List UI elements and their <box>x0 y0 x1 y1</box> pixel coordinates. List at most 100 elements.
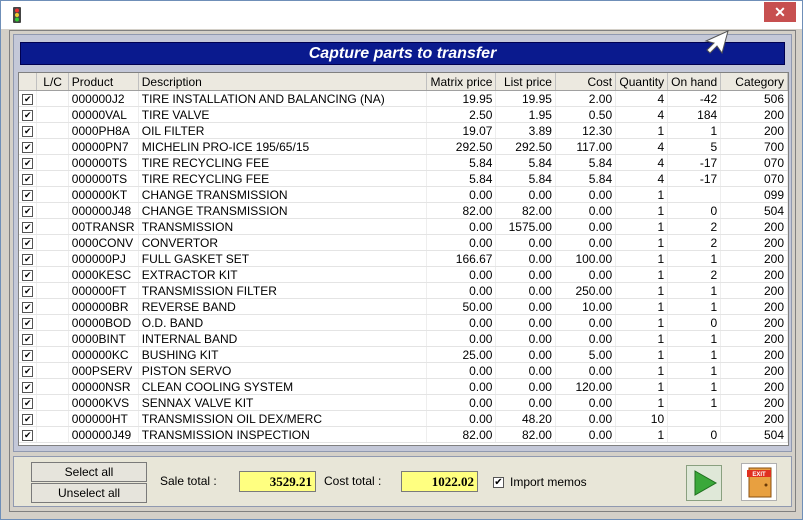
col-header-on-hand[interactable]: On hand <box>667 73 722 91</box>
row-checkbox[interactable]: ✔ <box>22 333 34 345</box>
close-button[interactable]: ✕ <box>764 2 796 22</box>
table-row[interactable]: ✔ 00000NSR CLEAN COOLING SYSTEM 0.00 0.00 120… <box>19 378 788 395</box>
row-checkbox[interactable]: ✔ <box>22 381 34 393</box>
table-row[interactable]: ✔ 00000BOD O.D. BAND 0.00 0.00 0.00 1 0 200 <box>19 314 788 331</box>
cell-matrix-price: 166.67 <box>426 250 497 267</box>
row-checkbox[interactable]: ✔ <box>22 189 34 201</box>
row-checkbox[interactable]: ✔ <box>22 285 34 297</box>
cell-on-hand: 0 <box>667 202 722 219</box>
table-row[interactable]: ✔ 000000PJ FULL GASKET SET 166.67 0.00 100.00… <box>19 250 788 267</box>
exit-button[interactable]: EXIT <box>741 463 777 501</box>
col-header-check[interactable] <box>19 73 38 91</box>
cell-cost: 0.00 <box>555 266 617 283</box>
row-checkbox[interactable]: ✔ <box>22 125 34 137</box>
cell-category: 700 <box>720 138 788 155</box>
unselect-all-button[interactable]: Unselect all <box>31 483 147 503</box>
table-row[interactable]: ✔ 00000PN7 MICHELIN PRO-ICE 195/65/15 292.5… <box>19 138 788 155</box>
row-checkbox[interactable]: ✔ <box>22 173 34 185</box>
table-row[interactable]: ✔ 000000KC BUSHING KIT 25.00 0.00 5.00 1 1 200 <box>19 346 788 363</box>
row-checkbox[interactable]: ✔ <box>22 269 34 281</box>
cell-on-hand: 1 <box>667 282 722 299</box>
table-row[interactable]: ✔ 0000CONV CONVERTOR 0.00 0.00 0.00 1 2 200 <box>19 234 788 251</box>
col-header-lc[interactable]: L/C <box>36 73 69 91</box>
cell-category: 200 <box>720 122 788 139</box>
row-checkbox[interactable]: ✔ <box>22 221 34 233</box>
cell-cost: 250.00 <box>555 282 617 299</box>
cell-product: 000000PJ <box>68 250 139 267</box>
row-checkbox[interactable]: ✔ <box>22 253 34 265</box>
row-checkbox[interactable]: ✔ <box>22 397 34 409</box>
cell-category: 200 <box>720 282 788 299</box>
table-row[interactable]: ✔ 0000PH8A OIL FILTER 19.07 3.89 12.30 1 1 200 <box>19 122 788 139</box>
table-row[interactable]: ✔ 000000J49 TRANSMISSION INSPECTION 82.00 82… <box>19 426 788 443</box>
col-header-list-price[interactable]: List price <box>495 73 556 91</box>
row-checkbox[interactable]: ✔ <box>22 317 34 329</box>
row-checkbox[interactable]: ✔ <box>22 429 34 441</box>
table-row[interactable]: ✔ 000000HT TRANSMISSION OIL DEX/MERC 0.00 48… <box>19 410 788 427</box>
exit-door-icon: EXIT <box>747 467 772 498</box>
cell-on-hand: 1 <box>667 122 722 139</box>
row-checkbox[interactable]: ✔ <box>22 93 34 105</box>
table-row[interactable]: ✔ 000000BR REVERSE BAND 50.00 0.00 10.00 1 1 200 <box>19 298 788 315</box>
cell-category: 200 <box>720 362 788 379</box>
col-header-category[interactable]: Category <box>720 73 788 91</box>
row-checkbox[interactable]: ✔ <box>22 237 34 249</box>
table-row[interactable]: ✔ 00000VAL TIRE VALVE 2.50 1.95 0.50 4 184 200 <box>19 106 788 123</box>
cell-matrix-price: 82.00 <box>426 426 497 443</box>
row-checkbox[interactable]: ✔ <box>22 365 34 377</box>
col-header-cost[interactable]: Cost <box>555 73 617 91</box>
col-header-description[interactable]: Description <box>138 73 428 91</box>
import-memos-checkbox[interactable]: ✔ <box>493 477 504 488</box>
row-checkbox[interactable]: ✔ <box>22 157 34 169</box>
cell-cost: 117.00 <box>555 138 617 155</box>
cell-lc <box>36 266 69 283</box>
cell-lc <box>36 330 69 347</box>
cell-product: 00000PN7 <box>68 138 139 155</box>
table-row[interactable]: ✔ 000PSERV PISTON SERVO 0.00 0.00 0.00 1 1 200 <box>19 362 788 379</box>
table-row[interactable]: ✔ 000000FT TRANSMISSION FILTER 0.00 0.00 250.… <box>19 282 788 299</box>
cell-list-price: 5.84 <box>495 170 556 187</box>
cell-select: ✔ <box>19 90 38 107</box>
row-checkbox[interactable]: ✔ <box>22 413 34 425</box>
table-row[interactable]: ✔ 00TRANSR TRANSMISSION 0.00 1575.00 0.00 1 2 20… <box>19 218 788 235</box>
cell-category: 200 <box>720 298 788 315</box>
row-checkbox[interactable]: ✔ <box>22 205 34 217</box>
cell-select: ✔ <box>19 170 38 187</box>
table-row[interactable]: ✔ 000000J2 TIRE INSTALLATION AND BALANCING… <box>19 90 788 107</box>
select-all-button[interactable]: Select all <box>31 462 147 482</box>
cell-lc <box>36 186 69 203</box>
cell-select: ✔ <box>19 282 38 299</box>
cell-lc <box>36 170 69 187</box>
cell-lc <box>36 426 69 443</box>
row-checkbox[interactable]: ✔ <box>22 141 34 153</box>
table-row[interactable]: ✔ 000000J48 CHANGE TRANSMISSION 82.00 82.00 0… <box>19 202 788 219</box>
col-header-product[interactable]: Product <box>68 73 139 91</box>
row-checkbox[interactable]: ✔ <box>22 301 34 313</box>
parts-grid[interactable]: L/C Product Description Matrix price Lis… <box>18 72 789 446</box>
confirm-transfer-button[interactable] <box>686 465 722 501</box>
cell-select: ✔ <box>19 426 38 443</box>
row-checkbox[interactable]: ✔ <box>22 109 34 121</box>
table-row[interactable]: ✔ 000000TS TIRE RECYCLING FEE 5.84 5.84 5.84 4… <box>19 170 788 187</box>
cell-matrix-price: 0.00 <box>426 282 497 299</box>
cell-on-hand: 1 <box>667 346 722 363</box>
col-header-matrix-price[interactable]: Matrix price <box>426 73 497 91</box>
cell-product: 0000BINT <box>68 330 139 347</box>
cell-select: ✔ <box>19 378 38 395</box>
cell-cost: 5.84 <box>555 154 617 171</box>
cell-product: 000000KC <box>68 346 139 363</box>
cell-matrix-price: 0.00 <box>426 234 497 251</box>
cell-cost: 0.00 <box>555 330 617 347</box>
cell-select: ✔ <box>19 202 38 219</box>
cell-cost: 100.00 <box>555 250 617 267</box>
cell-cost: 0.00 <box>555 410 617 427</box>
cell-category: 200 <box>720 250 788 267</box>
table-row[interactable]: ✔ 0000KESC EXTRACTOR KIT 0.00 0.00 0.00 1 2 200 <box>19 266 788 283</box>
cell-cost: 0.00 <box>555 426 617 443</box>
table-row[interactable]: ✔ 0000BINT INTERNAL BAND 0.00 0.00 0.00 1 1 200 <box>19 330 788 347</box>
table-row[interactable]: ✔ 000000TS TIRE RECYCLING FEE 5.84 5.84 5.84 4… <box>19 154 788 171</box>
table-row[interactable]: ✔ 00000KVS SENNAX VALVE KIT 0.00 0.00 0.00 1 1 2… <box>19 394 788 411</box>
col-header-quantity[interactable]: Quantity <box>615 73 669 91</box>
row-checkbox[interactable]: ✔ <box>22 349 34 361</box>
table-row[interactable]: ✔ 000000KT CHANGE TRANSMISSION 0.00 0.00 0.00… <box>19 186 788 203</box>
